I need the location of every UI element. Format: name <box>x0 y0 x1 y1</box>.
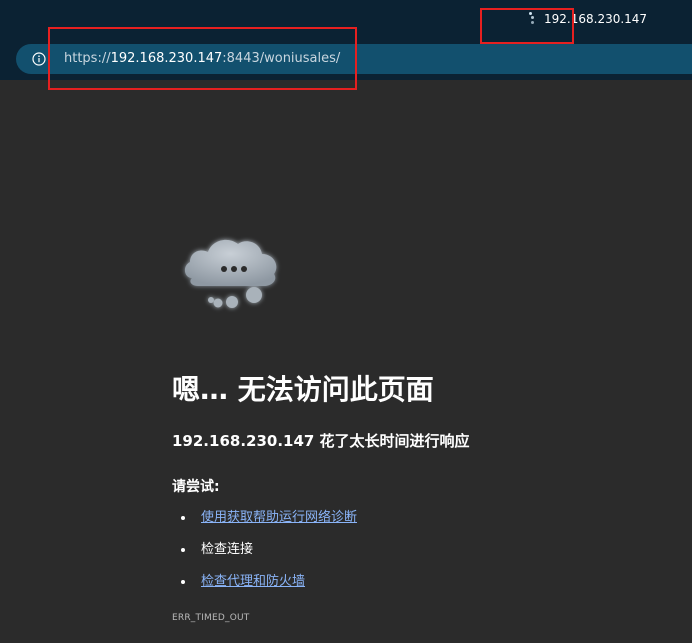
list-item: 使用获取帮助运行网络诊断 <box>172 506 357 538</box>
try-label: 请尝试: <box>172 479 220 495</box>
error-heading: 嗯… 无法访问此页面 <box>172 373 434 406</box>
error-code: ERR_TIMED_OUT <box>172 613 250 623</box>
highlight-box-tab <box>480 8 574 44</box>
proxy-firewall-link[interactable]: 检查代理和防火墙 <box>201 574 305 589</box>
check-connection-text: 检查连接 <box>201 542 254 557</box>
cloud-icon <box>184 239 277 308</box>
error-description: 192.168.230.147 花了太长时间进行响应 <box>172 432 470 450</box>
bullet-icon <box>181 548 185 552</box>
bullet-icon <box>181 516 185 520</box>
bullet-icon <box>181 580 185 584</box>
highlight-box-url <box>48 27 357 90</box>
list-item: 检查连接 <box>172 538 357 570</box>
network-diagnostics-link[interactable]: 使用获取帮助运行网络诊断 <box>201 510 357 525</box>
info-icon[interactable] <box>32 52 46 66</box>
suggestion-list: 使用获取帮助运行网络诊断 检查连接 检查代理和防火墙 <box>172 506 357 602</box>
list-item: 检查代理和防火墙 <box>172 570 357 602</box>
